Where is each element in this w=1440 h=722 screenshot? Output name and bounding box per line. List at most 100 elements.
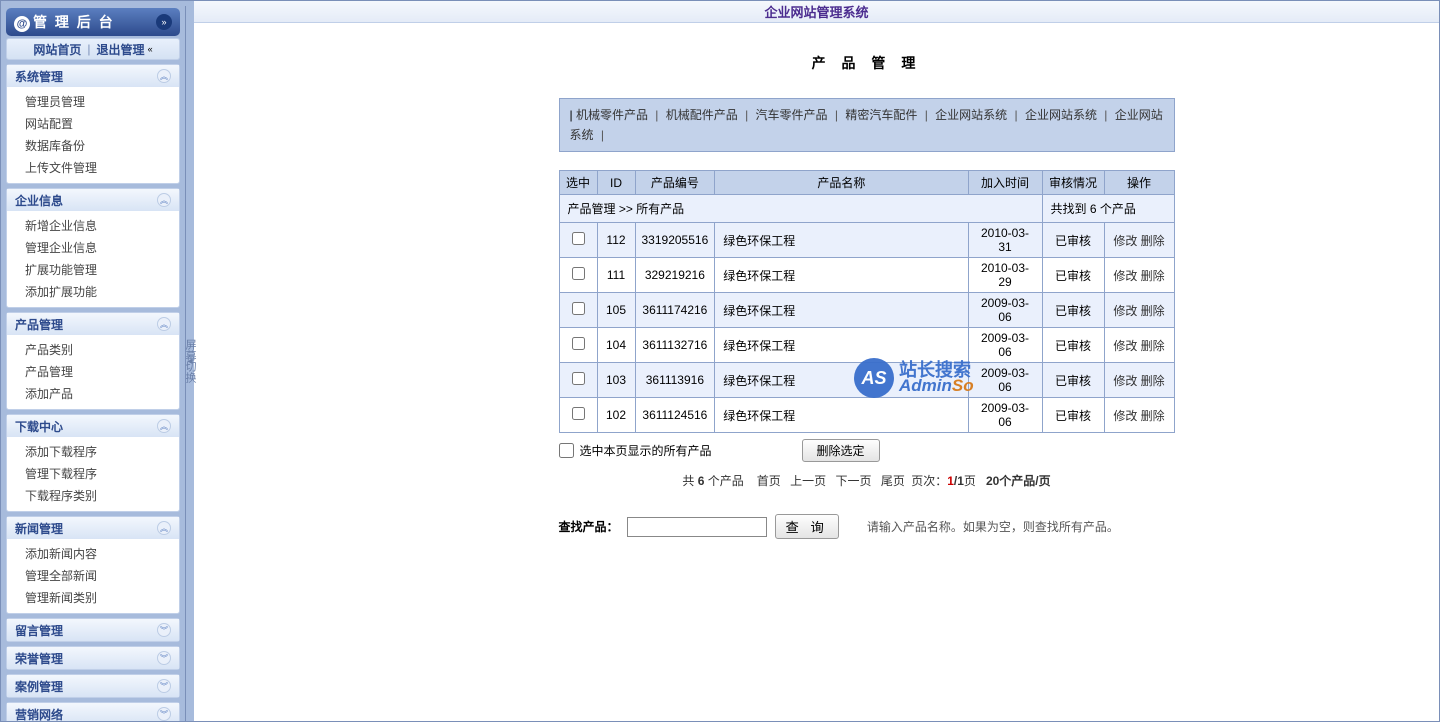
sidebar-item[interactable]: 添加新闻内容 [7,543,179,565]
cell-status: 已审核 [1042,223,1104,258]
chevron-up-icon[interactable]: ︽ [157,521,171,535]
delete-link[interactable]: 删除 [1141,269,1165,283]
chevron-up-icon[interactable]: ︽ [157,317,171,331]
menu-title-text: 下载中心 [15,418,63,435]
menu-group: 下载中心 ︽ 添加下载程序管理下载程序下载程序类别 [6,414,180,512]
chevron-down-icon[interactable]: ︾ [157,679,171,693]
chevron-up-icon[interactable]: ︽ [157,69,171,83]
product-table: 产品管理 >> 所有产品 共找到 6 个产品 选中ID产品编号产品名称加入时间审… [559,170,1175,433]
sidebar-item[interactable]: 数据库备份 [7,135,179,157]
menu-group: 案例管理︾ [6,674,180,698]
menu-title[interactable]: 荣誉管理 ︾ [7,647,179,669]
link-home[interactable]: 网站首页 [33,41,81,58]
delete-selected-button[interactable]: 删除选定 [802,439,880,462]
sidebar-item[interactable]: 添加产品 [7,383,179,405]
sidebar-item[interactable]: 新增企业信息 [7,215,179,237]
menu-title[interactable]: 新闻管理︽ [7,517,179,539]
page-next[interactable]: 下一页 [835,474,871,488]
main-area: 企业网站管理系统 产 品 管 理 | 机械零件产品 | 机械配件产品 | 汽车零… [194,1,1439,721]
menu-title-text: 荣誉管理 [15,650,63,667]
edit-link[interactable]: 修改 [1113,234,1137,248]
menu-title-text: 系统管理 [15,68,63,85]
row-checkbox[interactable] [572,337,585,350]
sidebar-item[interactable]: 扩展功能管理 [7,259,179,281]
sidebar-item[interactable]: 管理员管理 [7,91,179,113]
category-link[interactable]: 企业网站系统 [1022,108,1101,122]
cell-name: 绿色环保工程 [715,258,968,293]
edit-link[interactable]: 修改 [1113,374,1137,388]
chevron-up-icon[interactable]: ︽ [157,193,171,207]
category-link[interactable]: 机械零件产品 [576,108,651,122]
table-row: 1053611174216绿色环保工程2009-03-06已审核修改 删除 [559,293,1174,328]
delete-link[interactable]: 删除 [1141,339,1165,353]
main-header: 企业网站管理系统 [194,1,1439,23]
chevron-up-icon[interactable]: ︽ [157,419,171,433]
category-link[interactable]: 精密汽车配件 [842,108,921,122]
sidebar-item[interactable]: 上传文件管理 [7,157,179,179]
sidebar-item[interactable]: 添加下载程序 [7,441,179,463]
menu-title[interactable]: 系统管理 ︽ [7,65,179,87]
delete-link[interactable]: 删除 [1141,304,1165,318]
cell-date: 2010-03-31 [968,223,1042,258]
chevron-down-icon[interactable]: ︾ [157,651,171,665]
row-checkbox[interactable] [572,302,585,315]
cell-code: 361113916 [635,363,715,398]
category-link[interactable]: 机械配件产品 [662,108,741,122]
menu-group: 系统管理 ︽ 管理员管理网站配置数据库备份上传文件管理 [6,64,180,184]
menu-group: 营销网络︾ [6,702,180,721]
sidebar-item[interactable]: 下载程序类别 [7,485,179,507]
delete-link[interactable]: 删除 [1141,234,1165,248]
category-link[interactable]: 汽车零件产品 [752,108,831,122]
edit-link[interactable]: 修改 [1113,409,1137,423]
column-header: 审核情况 [1042,171,1104,195]
table-row: 1123319205516绿色环保工程2010-03-31已审核修改 删除 [559,223,1174,258]
table-row: 111329219216绿色环保工程2010-03-29已审核修改 删除 [559,258,1174,293]
category-link[interactable]: 企业网站系统 [932,108,1011,122]
edit-link[interactable]: 修改 [1113,269,1137,283]
sidebar-item[interactable]: 网站配置 [7,113,179,135]
menu-title[interactable]: 下载中心 ︽ [7,415,179,437]
select-all-wrap[interactable]: 选中本页显示的所有产品 [559,442,712,459]
link-logout[interactable]: 退出管理 [97,41,145,58]
row-checkbox[interactable] [572,232,585,245]
divider-handle[interactable]: ◄ 屏幕切换 [186,1,194,721]
chevron-down-icon[interactable]: ︾ [157,707,171,721]
sidebar-item[interactable]: 添加扩展功能 [7,281,179,303]
select-all-checkbox[interactable] [559,443,574,458]
row-checkbox[interactable] [572,372,585,385]
chevron-down-icon[interactable]: ︾ [157,623,171,637]
menu-title[interactable]: 案例管理︾ [7,675,179,697]
search-button[interactable]: 查 询 [775,514,839,539]
page-first[interactable]: 首页 [757,474,781,488]
sidebar-item[interactable]: 管理下载程序 [7,463,179,485]
edit-link[interactable]: 修改 [1113,339,1137,353]
row-checkbox[interactable] [572,407,585,420]
select-all-label: 选中本页显示的所有产品 [580,442,712,459]
edit-link[interactable]: 修改 [1113,304,1137,318]
menu-group: 新闻管理︽ 添加新闻内容管理全部新闻管理新闻类别 [6,516,180,614]
page-last[interactable]: 尾页 [881,474,905,488]
sidebar-item[interactable]: 产品类别 [7,339,179,361]
collapse-icon[interactable]: » [156,14,172,30]
menu-group: 产品管理︽ 产品类别产品管理添加产品 [6,312,180,410]
menu-title[interactable]: 产品管理︽ [7,313,179,335]
search-label: 查找产品： [559,518,619,535]
delete-link[interactable]: 删除 [1141,409,1165,423]
table-row: 1043611132716绿色环保工程2009-03-06已审核修改 删除 [559,328,1174,363]
cell-id: 112 [597,223,635,258]
menu-title[interactable]: 营销网络︾ [7,703,179,721]
menu-title[interactable]: 留言管理︾ [7,619,179,641]
sidebar-item[interactable]: 产品管理 [7,361,179,383]
sidebar-item[interactable]: 管理企业信息 [7,237,179,259]
delete-link[interactable]: 删除 [1141,374,1165,388]
menu-title-text: 企业信息 [15,192,63,209]
page-prev[interactable]: 上一页 [790,474,826,488]
chevron-left-icon: « [148,44,153,54]
menu-title[interactable]: 企业信息 ︽ [7,189,179,211]
sidebar-item[interactable]: 管理新闻类别 [7,587,179,609]
cell-id: 105 [597,293,635,328]
search-input[interactable] [627,517,767,537]
row-checkbox[interactable] [572,267,585,280]
sidebar: @管 理 后 台 » 网站首页 | 退出管理 « 系统管理︽管理员管理网站配置数… [1,1,186,721]
sidebar-item[interactable]: 管理全部新闻 [7,565,179,587]
